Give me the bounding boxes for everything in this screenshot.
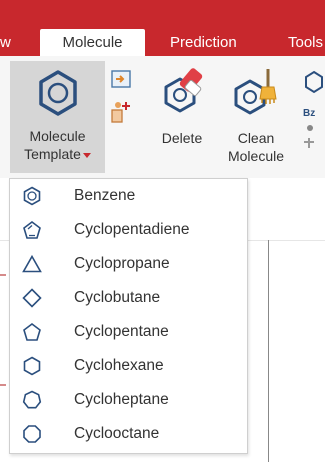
cyclopentadiene-icon	[23, 221, 41, 239]
delete-button[interactable]: Delete	[150, 61, 214, 173]
molecule-template-dropdown: Benzene Cyclopentadiene Cyclopropane Cyc…	[9, 178, 248, 454]
canvas-mark	[0, 384, 6, 386]
template-item-benzene[interactable]: Benzene	[10, 179, 247, 213]
clean-molecule-button[interactable]: Clean Molecule	[218, 61, 294, 173]
cyclopentane-icon	[23, 323, 41, 341]
template-item-label: Cyclooctane	[74, 425, 160, 442]
tab-tools[interactable]: Tools	[288, 29, 325, 56]
cyclobutane-icon	[22, 288, 42, 308]
cycloheptane-icon	[22, 390, 42, 409]
template-item-label: Cyclopentadiene	[74, 221, 190, 238]
benzene-large-icon	[39, 70, 77, 116]
template-item-label: Benzene	[74, 187, 136, 204]
template-item-cyclopentane[interactable]: Cyclopentane	[10, 315, 247, 349]
template-item-cyclopropane[interactable]: Cyclopropane	[10, 247, 247, 281]
overflow-tools-icon[interactable]: Bz	[300, 68, 325, 154]
canvas-rule	[268, 240, 269, 462]
add-fragment-icon[interactable]	[110, 100, 132, 124]
template-item-label: Cycloheptane	[74, 391, 169, 408]
template-item-cyclohexane[interactable]: Cyclohexane	[10, 349, 247, 383]
template-item-cyclobutane[interactable]: Cyclobutane	[10, 281, 247, 315]
cyclohexane-icon	[23, 356, 41, 376]
template-item-label: Cyclobutane	[74, 289, 161, 306]
template-item-cyclopentadiene[interactable]: Cyclopentadiene	[10, 213, 247, 247]
clean-molecule-label-line2: Molecule	[227, 148, 285, 164]
template-item-label: Cyclohexane	[74, 357, 164, 374]
tab-view[interactable]: w	[0, 29, 14, 56]
template-item-label: Cyclopentane	[74, 323, 169, 340]
tab-molecule[interactable]: Molecule	[40, 29, 145, 56]
molecule-template-label-line2: Template	[24, 146, 81, 162]
dropdown-caret-icon	[82, 152, 91, 158]
template-item-cycloheptane[interactable]: Cycloheptane	[10, 383, 247, 417]
import-structure-icon[interactable]	[111, 70, 131, 88]
molecule-template-label-line1: Molecule	[29, 128, 86, 144]
benzene-icon	[23, 186, 41, 206]
delete-label: Delete	[161, 130, 203, 146]
canvas-mark	[0, 274, 6, 276]
tab-prediction[interactable]: Prediction	[170, 29, 250, 56]
template-item-label: Cyclopropane	[74, 255, 170, 272]
cyclooctane-icon	[23, 425, 41, 443]
svg-text:Bz: Bz	[303, 108, 315, 119]
menu-bar: w Molecule Prediction Tools	[0, 0, 325, 56]
cyclopropane-icon	[22, 254, 42, 273]
template-item-cyclooctane[interactable]: Cyclooctane	[10, 417, 247, 451]
molecule-template-button[interactable]: Molecule Template	[10, 61, 105, 173]
delete-icon	[164, 68, 203, 113]
clean-molecule-icon	[234, 69, 277, 115]
ribbon-toolbar: Molecule Template Delete Clean Molecule …	[0, 56, 325, 179]
clean-molecule-label-line1: Clean	[237, 130, 275, 146]
